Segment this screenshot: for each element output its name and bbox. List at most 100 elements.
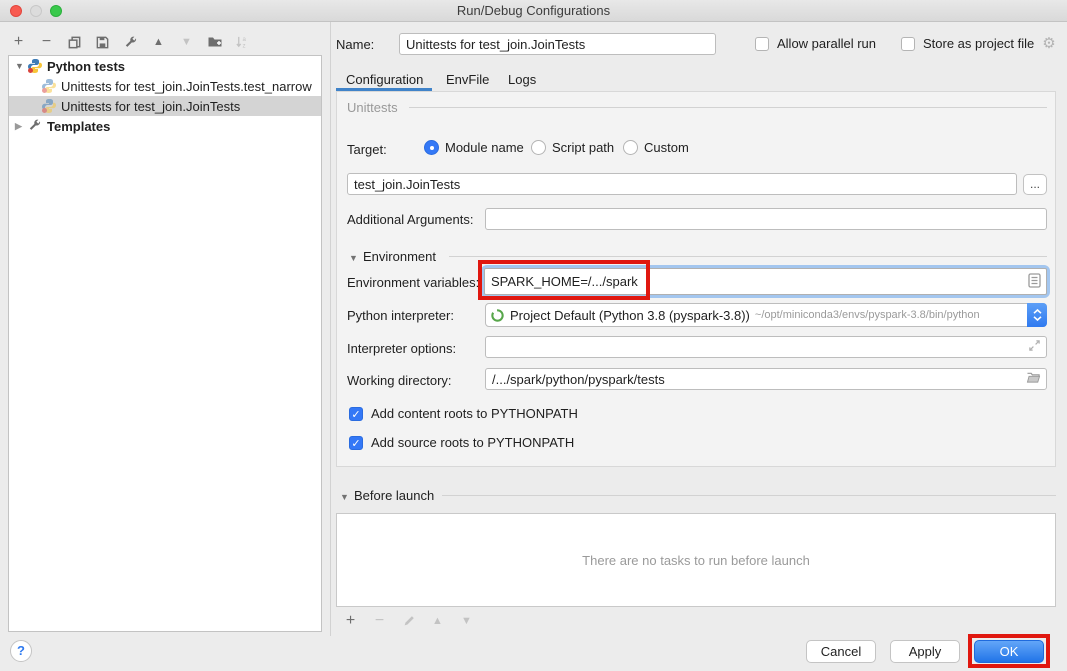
python-tests-icon bbox=[27, 58, 43, 74]
store-as-project-file-checkbox[interactable] bbox=[901, 37, 915, 51]
add-task-icon[interactable]: + bbox=[342, 612, 359, 629]
radio-custom-label: Custom bbox=[644, 140, 689, 155]
expand-field-icon[interactable] bbox=[1028, 339, 1041, 355]
name-input[interactable] bbox=[399, 33, 716, 55]
tree-item-label: Unittests for test_join.JoinTests.test_n… bbox=[61, 79, 312, 94]
browse-target-button[interactable]: ... bbox=[1023, 174, 1047, 195]
unittests-group-title: Unittests bbox=[347, 100, 398, 115]
target-label: Target: bbox=[347, 142, 387, 157]
tree-item-label: Templates bbox=[47, 119, 110, 134]
environment-variables-field-focus: SPARK_HOME=/.../spark bbox=[481, 265, 1050, 298]
tab-configuration[interactable]: Configuration bbox=[346, 72, 423, 87]
tree-item-templates[interactable]: ▶ Templates bbox=[9, 116, 321, 136]
add-source-roots-checkbox[interactable]: ✓ bbox=[349, 436, 363, 450]
tab-logs[interactable]: Logs bbox=[508, 72, 536, 87]
edit-templates-icon[interactable] bbox=[122, 34, 139, 51]
apply-button[interactable]: Apply bbox=[890, 640, 960, 663]
radio-module-name-icon[interactable] bbox=[424, 140, 439, 155]
dropdown-stepper-icon[interactable] bbox=[1027, 303, 1047, 327]
tab-envfile[interactable]: EnvFile bbox=[446, 72, 489, 87]
group-divider bbox=[409, 107, 1047, 108]
copy-configuration-icon[interactable] bbox=[66, 34, 83, 51]
before-launch-toolbar: + − ▲ ▼ bbox=[342, 612, 475, 629]
additional-arguments-label: Additional Arguments: bbox=[347, 212, 473, 227]
configurations-tree: ▼ Python tests Unittests for test_join.J… bbox=[8, 55, 322, 632]
environment-collapse-icon[interactable]: ▼ bbox=[349, 253, 358, 263]
edit-task-icon[interactable] bbox=[400, 612, 417, 629]
tree-item-python-tests[interactable]: ▼ Python tests bbox=[9, 56, 321, 76]
target-input[interactable] bbox=[347, 173, 1017, 195]
move-up-icon[interactable]: ▲ bbox=[150, 34, 167, 51]
minimize-window-icon bbox=[30, 5, 42, 17]
radio-script-path-label: Script path bbox=[552, 140, 614, 155]
radio-module-name[interactable]: Module name bbox=[424, 140, 524, 155]
section-divider bbox=[442, 495, 1056, 496]
conda-environment-icon bbox=[490, 308, 505, 323]
folder-icon[interactable] bbox=[1026, 371, 1041, 387]
interpreter-options-label: Interpreter options: bbox=[347, 341, 456, 356]
tree-item-unittests-test-narrow[interactable]: Unittests for test_join.JoinTests.test_n… bbox=[9, 76, 321, 96]
tree-item-label: Unittests for test_join.JoinTests bbox=[61, 99, 240, 114]
save-configuration-icon[interactable] bbox=[94, 34, 111, 51]
configuration-panel: Unittests Target: Module name Script pat… bbox=[336, 91, 1056, 467]
environment-variables-value: SPARK_HOME=/.../spark bbox=[491, 274, 638, 289]
gear-icon[interactable]: ⚙ bbox=[1042, 37, 1055, 51]
radio-script-path[interactable]: Script path bbox=[531, 140, 614, 155]
store-as-project-file-label: Store as project file bbox=[923, 36, 1034, 51]
python-test-config-icon bbox=[41, 78, 57, 94]
working-directory-input[interactable]: /.../spark/python/pyspark/tests bbox=[485, 368, 1047, 390]
add-content-roots-label: Add content roots to PYTHONPATH bbox=[371, 406, 578, 421]
before-launch-collapse-icon[interactable]: ▼ bbox=[340, 492, 349, 502]
radio-custom[interactable]: Custom bbox=[623, 140, 689, 155]
environment-section-title: Environment bbox=[363, 249, 436, 264]
python-test-config-icon bbox=[41, 98, 57, 114]
radio-module-name-label: Module name bbox=[445, 140, 524, 155]
title-bar: Run/Debug Configurations bbox=[0, 0, 1067, 22]
env-variables-list-icon[interactable] bbox=[1028, 273, 1041, 291]
tree-item-unittests-jointests[interactable]: Unittests for test_join.JoinTests bbox=[9, 96, 321, 116]
move-task-up-icon[interactable]: ▲ bbox=[429, 612, 446, 629]
window-title: Run/Debug Configurations bbox=[0, 0, 1067, 22]
python-interpreter-path: ~/opt/miniconda3/envs/pyspark-3.8/bin/py… bbox=[755, 309, 980, 321]
tree-item-label: Python tests bbox=[47, 59, 125, 74]
working-directory-value: /.../spark/python/pyspark/tests bbox=[492, 372, 665, 387]
remove-task-icon[interactable]: − bbox=[371, 612, 388, 629]
allow-parallel-run-row: Allow parallel run bbox=[755, 36, 876, 51]
allow-parallel-run-checkbox[interactable] bbox=[755, 37, 769, 51]
environment-variables-field[interactable]: SPARK_HOME=/.../spark bbox=[484, 268, 1047, 295]
before-launch-task-list[interactable]: There are no tasks to run before launch bbox=[336, 513, 1056, 607]
close-window-icon[interactable] bbox=[10, 5, 22, 17]
environment-variables-label: Environment variables: bbox=[347, 275, 479, 290]
cancel-button[interactable]: Cancel bbox=[806, 640, 876, 663]
allow-parallel-run-label: Allow parallel run bbox=[777, 36, 876, 51]
additional-arguments-input[interactable] bbox=[485, 208, 1047, 230]
add-source-roots-row: ✓ Add source roots to PYTHONPATH bbox=[349, 435, 574, 450]
interpreter-options-input[interactable] bbox=[485, 336, 1047, 358]
no-tasks-message: There are no tasks to run before launch bbox=[582, 553, 810, 568]
zoom-window-icon[interactable] bbox=[50, 5, 62, 17]
help-button[interactable]: ? bbox=[10, 640, 32, 662]
radio-custom-icon[interactable] bbox=[623, 140, 638, 155]
section-divider bbox=[449, 256, 1047, 257]
sort-alphabetically-icon[interactable]: az bbox=[234, 34, 251, 51]
remove-configuration-icon[interactable]: − bbox=[38, 34, 55, 51]
python-interpreter-value: Project Default (Python 3.8 (pyspark-3.8… bbox=[510, 308, 750, 323]
new-folder-icon[interactable] bbox=[206, 34, 223, 51]
radio-script-path-icon[interactable] bbox=[531, 140, 546, 155]
ok-button[interactable]: OK bbox=[974, 640, 1044, 663]
configurations-toolbar: + − ▲ ▼ az bbox=[10, 30, 251, 54]
chevron-down-icon[interactable]: ▼ bbox=[15, 61, 27, 71]
move-down-icon[interactable]: ▼ bbox=[178, 34, 195, 51]
add-content-roots-checkbox[interactable]: ✓ bbox=[349, 407, 363, 421]
templates-wrench-icon bbox=[27, 118, 43, 134]
move-task-down-icon[interactable]: ▼ bbox=[458, 612, 475, 629]
python-interpreter-label: Python interpreter: bbox=[347, 308, 454, 323]
add-source-roots-label: Add source roots to PYTHONPATH bbox=[371, 435, 574, 450]
panel-divider bbox=[330, 22, 331, 636]
svg-text:z: z bbox=[243, 42, 246, 49]
chevron-right-icon[interactable]: ▶ bbox=[15, 121, 27, 132]
before-launch-section-title: Before launch bbox=[354, 488, 434, 503]
python-interpreter-dropdown[interactable]: Project Default (Python 3.8 (pyspark-3.8… bbox=[485, 303, 1047, 327]
add-configuration-icon[interactable]: + bbox=[10, 34, 27, 51]
store-as-project-file-row: Store as project file ⚙ bbox=[901, 36, 1056, 51]
